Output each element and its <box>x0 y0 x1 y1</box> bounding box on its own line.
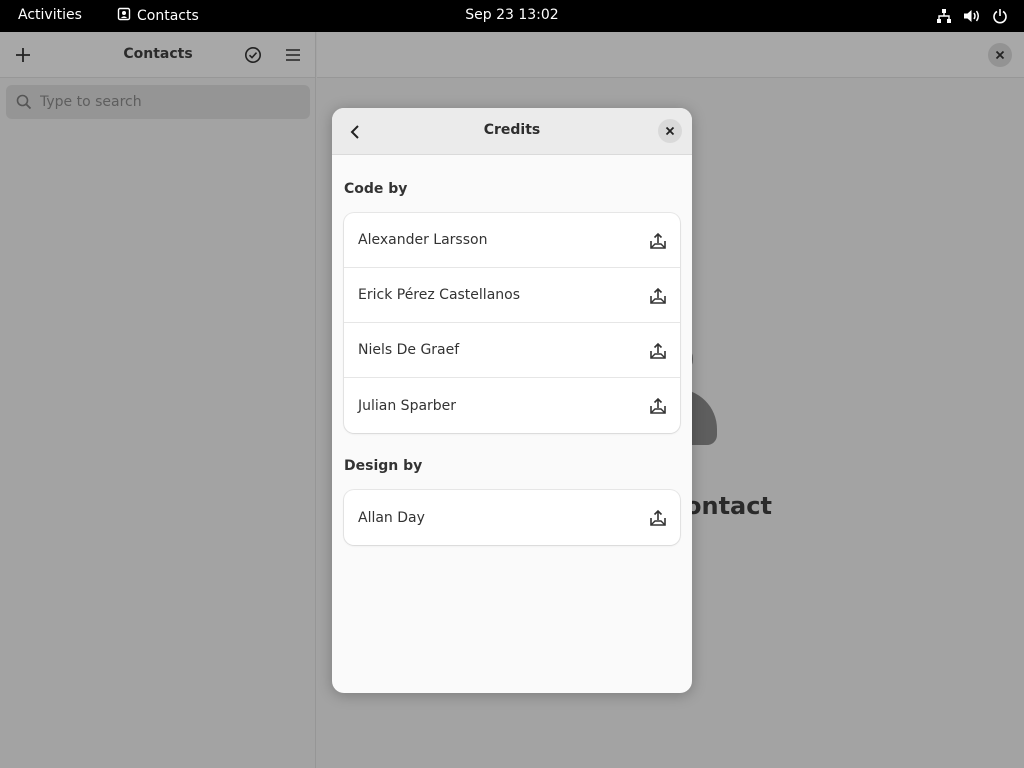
contacts-app-icon <box>117 7 131 25</box>
credit-row[interactable]: Allan Day <box>344 490 680 545</box>
activities-button[interactable]: Activities <box>18 7 82 23</box>
credits-dialog: Credits Code by Alexander Larsson Erick … <box>332 108 692 693</box>
search-bar[interactable] <box>6 85 310 119</box>
search-input[interactable] <box>40 94 300 110</box>
contacts-sidebar: Contacts <box>0 32 316 768</box>
credit-name: Erick Pérez Castellanos <box>358 287 521 303</box>
dialog-header: Credits <box>332 108 692 155</box>
credit-row[interactable]: Julian Sparber <box>344 378 680 433</box>
external-link-icon <box>648 508 668 528</box>
external-link-icon <box>648 231 668 251</box>
main-menu-button[interactable] <box>281 43 305 67</box>
contact-pane-header <box>317 32 1024 78</box>
credit-name: Julian Sparber <box>358 397 457 414</box>
hamburger-icon <box>286 49 300 61</box>
close-icon <box>665 126 675 136</box>
sidebar-header: Contacts <box>0 32 315 78</box>
credit-row[interactable]: Erick Pérez Castellanos <box>344 268 680 323</box>
network-icon[interactable] <box>935 7 953 25</box>
external-link-icon <box>648 396 668 416</box>
dialog-title: Credits <box>483 122 541 138</box>
volume-icon[interactable] <box>963 7 981 25</box>
top-bar: Activities Contacts Sep 23 13:02 <box>0 0 1024 32</box>
system-tray[interactable] <box>935 7 1009 25</box>
dialog-close-button[interactable] <box>658 119 682 143</box>
code-by-list: Alexander Larsson Erick Pérez Castellano… <box>344 213 680 433</box>
section-title-design-by: Design by <box>344 458 423 474</box>
design-by-list: Allan Day <box>344 490 680 545</box>
external-link-icon <box>648 286 668 306</box>
external-link-icon <box>648 341 668 361</box>
power-icon[interactable] <box>991 7 1009 25</box>
clock[interactable]: Sep 23 13:02 <box>465 7 558 23</box>
search-icon <box>16 94 32 110</box>
placeholder-title: ontact <box>685 492 772 520</box>
sidebar-title: Contacts <box>123 46 193 62</box>
credit-name: Niels De Graef <box>358 342 460 358</box>
credit-name: Allan Day <box>358 509 425 526</box>
credit-row[interactable]: Niels De Graef <box>344 323 680 378</box>
check-circle-icon <box>245 47 261 63</box>
app-menu-label: Contacts <box>137 8 199 24</box>
select-mode-button[interactable] <box>241 43 265 67</box>
section-title-code-by: Code by <box>344 181 408 197</box>
credit-row[interactable]: Alexander Larsson <box>344 213 680 268</box>
window-close-button[interactable] <box>988 43 1012 67</box>
close-icon <box>995 50 1005 60</box>
app-menu[interactable]: Contacts <box>117 7 199 25</box>
credit-name: Alexander Larsson <box>358 232 488 248</box>
